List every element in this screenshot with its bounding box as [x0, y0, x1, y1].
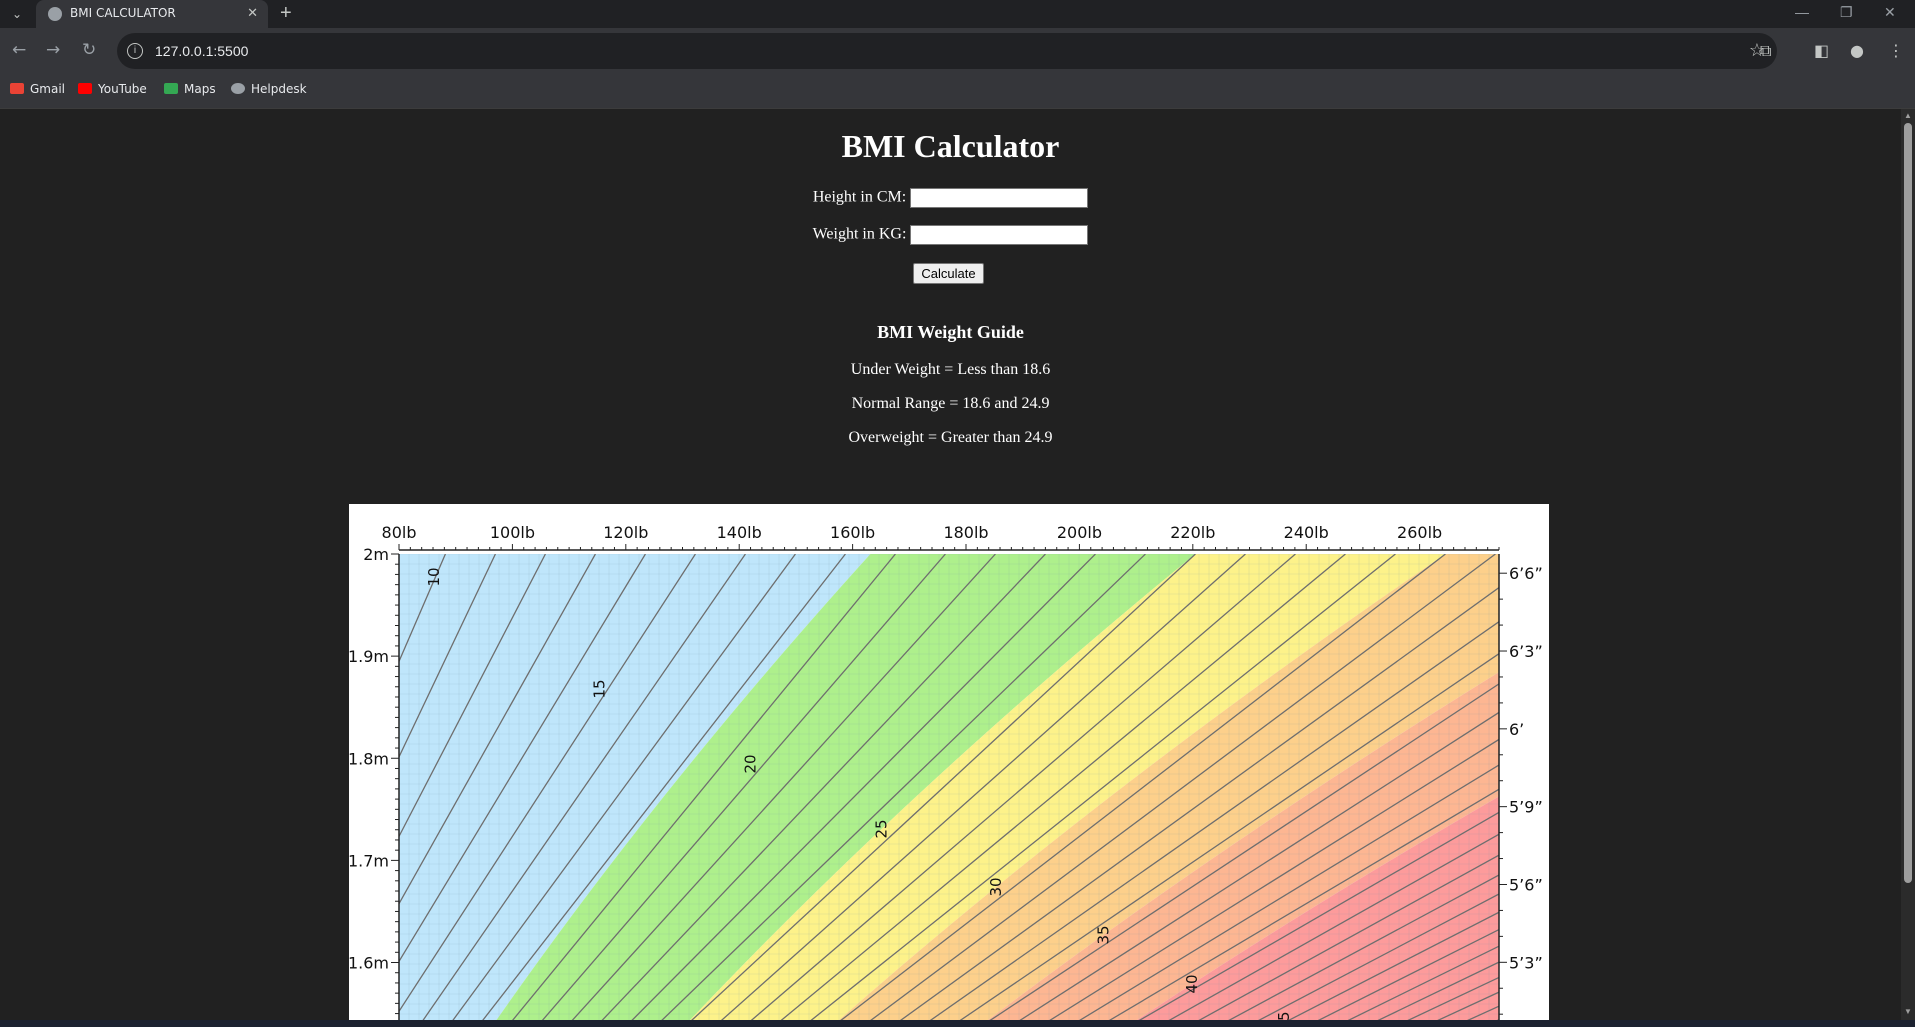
right-axis-label: 5’9” — [1509, 798, 1543, 817]
right-axis-label: 6’ — [1509, 720, 1524, 739]
bookmark-helpdesk[interactable]: Helpdesk — [231, 82, 307, 100]
weight-row: Weight in KG: — [0, 225, 1901, 245]
left-axis-label: 1.8m — [349, 749, 389, 768]
scroll-up-icon[interactable]: ▲ — [1904, 111, 1912, 120]
menu-icon[interactable]: ⋮ — [1888, 41, 1904, 60]
site-info-icon[interactable]: i — [127, 43, 143, 59]
bmi-value-label: 20 — [741, 754, 759, 773]
guide-normal: Normal Range = 18.6 and 24.9 — [851, 395, 1050, 412]
bmi-value-label: 30 — [987, 877, 1005, 896]
restore-icon[interactable]: ❐ — [1840, 4, 1853, 21]
guide-title: BMI Weight Guide — [877, 322, 1024, 342]
top-axis-label: 220lb — [1170, 523, 1215, 542]
bmi-value-label: 45 — [1275, 1011, 1293, 1020]
bmi-value-label: 35 — [1094, 925, 1112, 944]
weight-label: Weight in KG: — [812, 225, 907, 243]
helpdesk-globe-icon — [231, 83, 245, 94]
right-axis-label: 5’6” — [1509, 875, 1543, 894]
tab-search-icon[interactable]: ⌄ — [6, 3, 28, 25]
bmi-chart: 10 15 20 25 30 35 40 45 80lb 100lb 120lb 140lb 160l… — [348, 504, 1549, 1020]
extensions-icon[interactable]: ⧉ — [1760, 41, 1771, 61]
tab-title: BMI CALCULATOR — [70, 6, 176, 20]
browser-tab-bar: ⌄ BMI CALCULATOR ✕ + — ❐ ✕ — [0, 0, 1915, 28]
bookmark-label: Helpdesk — [251, 82, 307, 96]
top-axis-label: 80lb — [382, 523, 417, 542]
scrollbar-thumb[interactable] — [1904, 123, 1912, 883]
scroll-down-icon[interactable]: ▼ — [1904, 1007, 1912, 1016]
address-bar[interactable]: i 127.0.0.1:5500 ☆ — [117, 33, 1777, 69]
top-axis-label: 240lb — [1284, 523, 1329, 542]
bmi-value-label: 40 — [1183, 974, 1201, 993]
top-axis-label: 180lb — [943, 523, 988, 542]
left-axis-label: 1.6m — [349, 954, 389, 973]
top-axis-label: 160lb — [830, 523, 875, 542]
taskbar — [0, 1020, 1915, 1027]
left-axis-label: 2m — [363, 545, 389, 564]
page-title: BMI Calculator — [841, 128, 1060, 164]
weight-input[interactable] — [910, 225, 1089, 245]
top-axis-label: 260lb — [1397, 523, 1442, 542]
url-text[interactable]: 127.0.0.1:5500 — [155, 43, 248, 59]
active-tab[interactable]: BMI CALCULATOR ✕ — [36, 0, 268, 28]
minimize-icon[interactable]: — — [1795, 4, 1809, 20]
top-axis-label: 200lb — [1057, 523, 1102, 542]
left-axis-label: 1.9m — [349, 647, 389, 666]
browser-toolbar: ← → ↻ i 127.0.0.1:5500 ☆ ⧉ ◧ ● ⋮ — [0, 28, 1915, 74]
bookmark-gmail[interactable]: Gmail — [10, 82, 65, 100]
height-input[interactable] — [910, 188, 1089, 208]
bookmark-youtube[interactable]: YouTube — [78, 82, 147, 100]
bmi-line — [1496, 554, 1549, 1020]
height-row: Height in CM: — [0, 188, 1901, 208]
bookmarks-bar: Gmail YouTube Maps Helpdesk — [0, 74, 1915, 109]
bmi-line — [349, 554, 395, 1020]
window-close-icon[interactable]: ✕ — [1884, 4, 1896, 21]
left-axis-label: 1.7m — [349, 851, 389, 870]
right-axis-label: 5’3” — [1509, 953, 1543, 972]
top-axis-label: 140lb — [717, 523, 762, 542]
new-tab-icon[interactable]: + — [280, 2, 292, 25]
forward-icon[interactable]: → — [46, 40, 60, 60]
bmi-chart-svg: 10 15 20 25 30 35 40 45 80lb 100lb 120lb 140lb 160l… — [348, 523, 1549, 1020]
calculate-button[interactable]: Calculate — [913, 263, 984, 284]
guide-underweight: Under Weight = Less than 18.6 — [850, 361, 1051, 378]
right-axis-label: 6’3” — [1509, 642, 1543, 661]
page-scrollbar[interactable]: ▲ ▼ — [1901, 109, 1915, 1020]
bmi-line — [1526, 554, 1549, 1020]
bookmark-label: Gmail — [30, 82, 66, 96]
back-icon[interactable]: ← — [12, 40, 26, 60]
top-axis-label: 100lb — [490, 523, 535, 542]
profile-icon[interactable]: ● — [1850, 41, 1864, 60]
bookmark-label: Maps — [184, 82, 216, 96]
top-axis-label: 120lb — [603, 523, 648, 542]
maps-icon — [164, 83, 178, 94]
bmi-value-label: 10 — [425, 567, 443, 586]
bookmark-label: YouTube — [98, 82, 147, 96]
bmi-value-label: 25 — [872, 819, 890, 838]
close-tab-icon[interactable]: ✕ — [247, 5, 258, 21]
gmail-icon — [10, 83, 24, 94]
globe-icon — [48, 7, 62, 21]
bmi-value-label: 15 — [591, 679, 609, 698]
side-panel-icon[interactable]: ◧ — [1814, 41, 1829, 60]
guide-overweight: Overweight = Greater than 24.9 — [848, 429, 1053, 446]
page-content: BMI Calculator Height in CM: Weight in K… — [0, 109, 1901, 1020]
height-label: Height in CM: — [812, 188, 907, 206]
reload-icon[interactable]: ↻ — [82, 40, 96, 60]
right-axis-label: 6’6” — [1509, 564, 1543, 583]
bookmark-maps[interactable]: Maps — [164, 82, 216, 100]
youtube-icon — [78, 83, 92, 94]
